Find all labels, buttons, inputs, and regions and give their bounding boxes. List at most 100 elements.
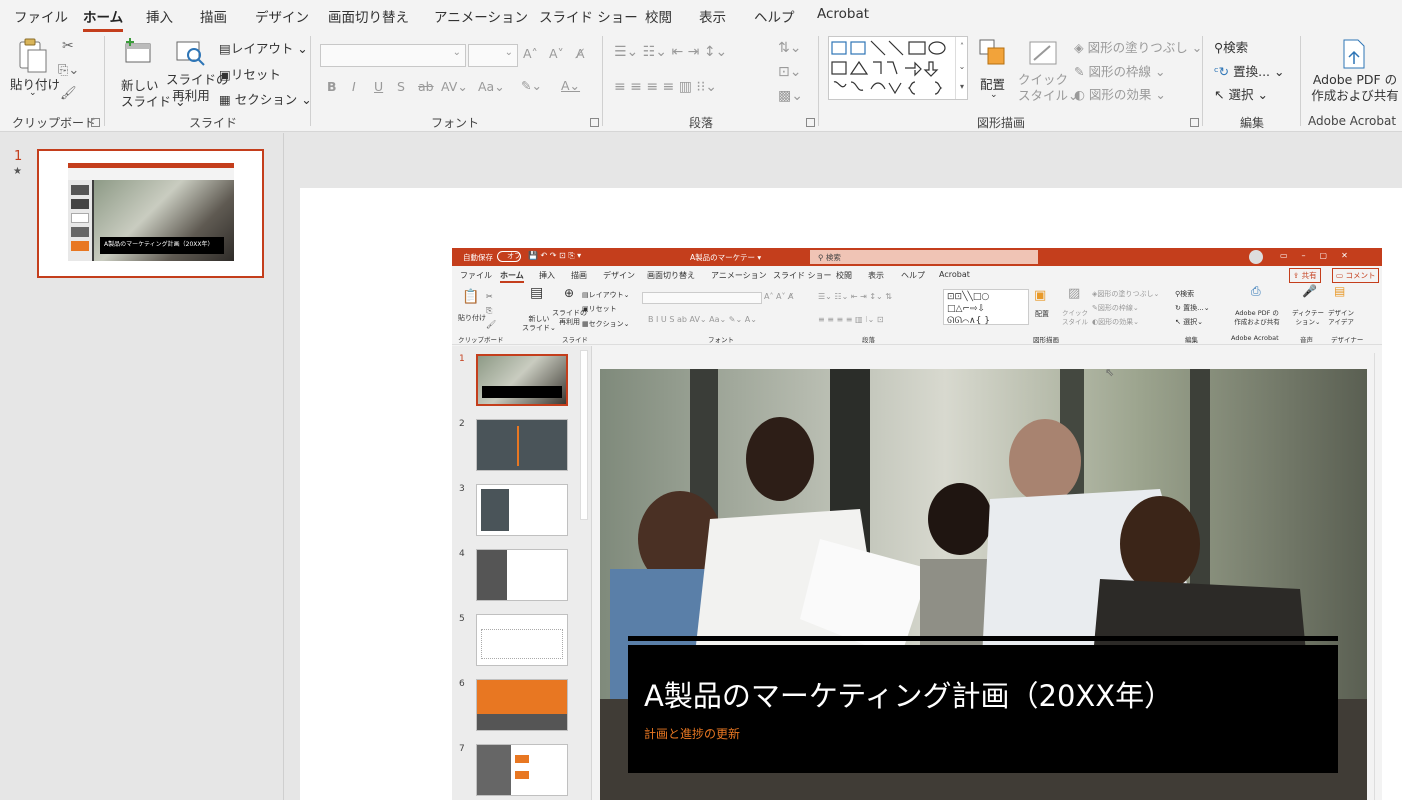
inner-tab-help[interactable]: ヘルプ xyxy=(901,270,925,281)
inner-thumb-5[interactable] xyxy=(476,614,568,666)
quick-access-icons[interactable]: 💾 ↶ ↷ ⊡ ⎘ ▾ xyxy=(528,251,581,261)
inner-find[interactable]: ⚲検索 xyxy=(1175,289,1194,299)
inner-list-icons[interactable]: ☰⌄ ☷⌄ ⇤ ⇥ ↕⌄ ⇅ xyxy=(818,292,892,301)
paragraph-launcher-icon[interactable] xyxy=(806,118,815,127)
grow-font-icon[interactable]: A˄ xyxy=(523,46,538,61)
shadow-button[interactable]: S xyxy=(397,79,405,94)
inner-shape-effects[interactable]: ◐図形の効果⌄ xyxy=(1092,317,1139,327)
inner-shapes-gallery[interactable]: ⊡⊡╲╲□○ □△⌐⇨⇩ ᘏᘏ⌒∧{ } xyxy=(943,289,1029,326)
inner-tab-slideshow[interactable]: スライド ショー xyxy=(773,270,832,281)
quick-style-icon[interactable] xyxy=(1028,38,1058,68)
align-text-icon[interactable]: ⊡⌄ xyxy=(778,64,801,80)
inner-paste[interactable]: 📋 貼り付け xyxy=(458,289,486,323)
inner-thumbnail-pane[interactable]: 1 2 3 4 5 6 7 xyxy=(452,346,592,800)
reuse-slides-button[interactable]: スライドの 再利用 xyxy=(166,72,229,104)
gallery-scroll[interactable]: ˄ ⌄ ▾ xyxy=(955,37,968,99)
inner-tab-acrobat[interactable]: Acrobat xyxy=(939,270,970,279)
change-case-button[interactable]: Aa⌄ xyxy=(478,79,505,94)
inner-canvas-scrollbar[interactable] xyxy=(1374,353,1382,800)
adobe-pdf-button[interactable]: Adobe PDF の 作成および共有 xyxy=(1310,72,1400,104)
spacing-button[interactable]: AV⌄ xyxy=(441,79,468,94)
inner-new-slide[interactable]: ▤ 新しい スライド⌄ xyxy=(522,286,556,333)
paste-icon[interactable] xyxy=(14,38,48,74)
cut-icon[interactable]: ✂ xyxy=(62,38,74,54)
inner-tab-home[interactable]: ホーム xyxy=(500,270,524,283)
inner-tab-animations[interactable]: アニメーション xyxy=(711,270,767,281)
inner-font-format-icons[interactable]: B I U S ab AV⌄ Aa⌄ ✎⌄ A⌄ xyxy=(648,315,757,324)
bold-button[interactable]: B xyxy=(327,79,337,94)
inner-thumb-3[interactable] xyxy=(476,484,568,536)
inner-share-button[interactable]: ⇪ 共有 xyxy=(1289,268,1321,283)
tab-transitions[interactable]: 画面切り替え xyxy=(328,6,409,26)
smartart-icon[interactable]: ▩⌄ xyxy=(778,88,803,104)
new-slide-icon[interactable] xyxy=(122,36,154,66)
inner-layout[interactable]: ▤レイアウト⌄ xyxy=(582,290,630,300)
tab-file[interactable]: ファイル xyxy=(14,6,68,26)
font-name-select[interactable]: ⌄ xyxy=(320,44,466,67)
copy-icon[interactable]: ⎘⌄ xyxy=(58,63,79,78)
inner-tab-draw[interactable]: 描画 xyxy=(571,270,587,281)
highlight-icon[interactable]: ✎⌄ xyxy=(521,78,542,93)
inner-arrange-icon[interactable]: ▣ xyxy=(1034,288,1046,303)
title-box[interactable]: A製品のマーケティング計画（20XX年） 計画と進捗の更新 xyxy=(628,645,1338,773)
inner-tab-transitions[interactable]: 画面切り替え xyxy=(647,270,695,281)
inner-dictate[interactable]: 🎤 ディクテー ション⌄ xyxy=(1292,285,1324,327)
inner-select[interactable]: ↖ 選択⌄ xyxy=(1175,317,1203,327)
slide-subtitle[interactable]: 計画と進捗の更新 xyxy=(644,725,740,742)
font-size-select[interactable]: ⌄ xyxy=(468,44,518,67)
tab-animations[interactable]: アニメーション xyxy=(434,6,528,26)
inner-search-box[interactable]: ⚲ 検索 xyxy=(810,250,1038,264)
inner-tab-file[interactable]: ファイル xyxy=(460,270,492,281)
layout-button[interactable]: ▤レイアウト ⌄ xyxy=(219,38,308,57)
tab-home[interactable]: ホーム xyxy=(83,6,124,32)
find-button[interactable]: ⚲検索 xyxy=(1214,37,1248,56)
paste-dropdown-icon[interactable]: ⌄ xyxy=(29,88,37,98)
strikethrough-button[interactable]: ab xyxy=(418,79,434,94)
section-button[interactable]: ▦ セクション ⌄ xyxy=(219,89,312,108)
font-launcher-icon[interactable] xyxy=(590,118,599,127)
tab-help[interactable]: ヘルプ xyxy=(754,6,795,26)
select-button[interactable]: ↖ 選択 ⌄ xyxy=(1214,84,1268,103)
shapes-gallery[interactable]: ˄ ⌄ ▾ xyxy=(828,36,968,100)
inner-thumb-4[interactable] xyxy=(476,549,568,601)
inner-comment-button[interactable]: ▭ コメント xyxy=(1332,268,1380,283)
slide-screenshot-image[interactable]: 自動保存 オフ 💾 ↶ ↷ ⊡ ⎘ ▾ A製品のマーケテー ▾ ⚲ 検索 ▭–▢… xyxy=(452,248,1382,800)
clear-format-icon[interactable]: A̸ xyxy=(576,46,585,61)
reset-button[interactable]: ▣リセット xyxy=(219,64,281,83)
inner-font-select[interactable] xyxy=(642,292,762,304)
text-direction-icon[interactable]: ⇅⌄ xyxy=(778,40,801,56)
reuse-slides-icon[interactable] xyxy=(175,38,207,68)
tab-acrobat[interactable]: Acrobat xyxy=(817,6,869,22)
inner-align-icons[interactable]: ≡ ≡ ≡ ≡ ▥ ⁝⌄ ⊡ xyxy=(818,315,884,324)
tab-slideshow[interactable]: スライド ショー xyxy=(539,6,638,26)
inner-quick-style[interactable]: ▨ クイック スタイル xyxy=(1062,287,1088,327)
inner-tab-design[interactable]: デザイン xyxy=(603,270,635,281)
paragraph-row1-icons[interactable]: ☰⌄ ☷⌄ ⇤ ⇥ ↕⌄ xyxy=(614,44,727,60)
replace-button[interactable]: ᶜ↻ 置換... ⌄ xyxy=(1214,61,1284,80)
font-color-icon[interactable]: A⌄ xyxy=(561,78,580,93)
inner-reset[interactable]: ▣リセット xyxy=(582,304,617,314)
arrange-icon[interactable] xyxy=(978,38,1008,68)
inner-shape-outline[interactable]: ✎図形の枠線⌄ xyxy=(1092,303,1139,313)
adobe-pdf-icon[interactable] xyxy=(1340,38,1368,70)
tab-review[interactable]: 校閲 xyxy=(645,6,672,26)
inner-clipboard-icons[interactable]: ✂ ⎘ 🖌 xyxy=(486,290,496,332)
inner-thumb-scrollbar[interactable] xyxy=(580,350,588,520)
autosave-toggle[interactable]: オフ xyxy=(497,251,521,262)
slide-thumbnail-pane[interactable]: 1 ★ A製品のマーケティング計画（20XX年） xyxy=(0,133,284,800)
tab-design[interactable]: デザイン xyxy=(255,6,309,26)
drawing-launcher-icon[interactable] xyxy=(1190,118,1199,127)
inner-thumb-6[interactable] xyxy=(476,679,568,731)
inner-arrange[interactable]: 配置 xyxy=(1035,309,1049,319)
shape-effects-button[interactable]: ◐ 図形の効果 ⌄ xyxy=(1074,84,1166,103)
slide-thumbnail-1[interactable]: A製品のマーケティング計画（20XX年） xyxy=(37,149,264,278)
arrange-dropdown-icon[interactable]: ⌄ xyxy=(990,90,998,100)
inner-replace[interactable]: ↻ 置換...⌄ xyxy=(1175,303,1210,313)
shape-fill-button[interactable]: ◈ 図形の塗りつぶし ⌄ xyxy=(1074,37,1202,56)
inner-shape-fill[interactable]: ◈図形の塗りつぶし⌄ xyxy=(1092,289,1159,299)
underline-button[interactable]: U xyxy=(374,79,383,94)
inner-tab-insert[interactable]: 挿入 xyxy=(539,270,555,281)
inner-thumb-7[interactable] xyxy=(476,744,568,796)
quick-style-button[interactable]: クイック スタイル⌄ xyxy=(1018,72,1079,104)
shape-outline-button[interactable]: ✎ 図形の枠線 ⌄ xyxy=(1074,61,1165,80)
